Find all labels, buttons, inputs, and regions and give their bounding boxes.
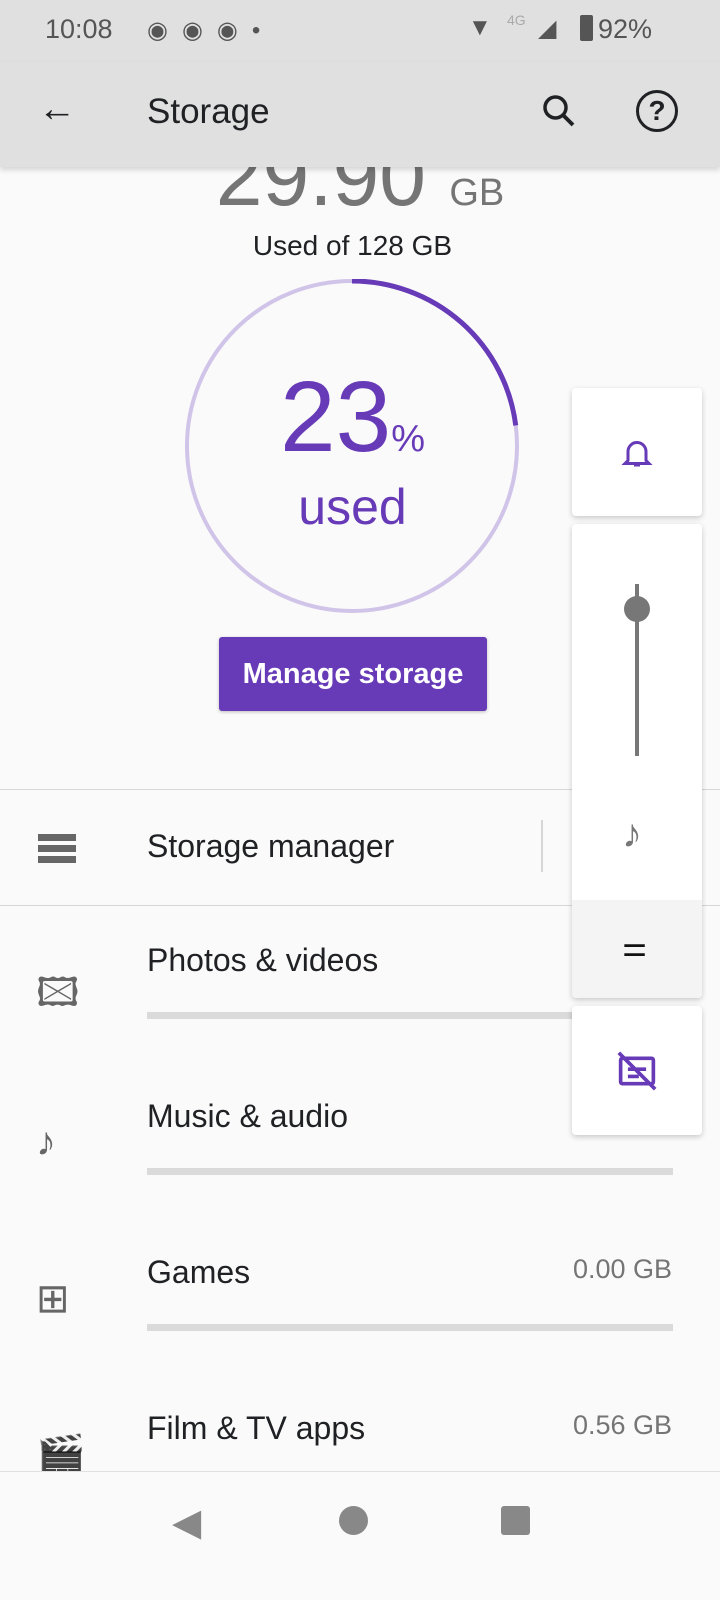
music-note-icon[interactable]: ♪ <box>622 812 642 857</box>
music-note-icon: ♪ <box>36 1120 56 1164</box>
help-icon[interactable]: ? <box>636 90 678 132</box>
category-size: 0.56 GB <box>572 1410 672 1440</box>
clock: 10:08 <box>45 14 113 44</box>
page-title: Storage <box>147 92 270 131</box>
category-usage-bar <box>147 1324 673 1331</box>
category-label: Film & TV apps <box>147 1410 366 1446</box>
ringer-mode-button[interactable] <box>572 388 702 516</box>
storage-manager-row[interactable]: Storage manager <box>0 790 540 905</box>
storage-icon <box>38 834 76 864</box>
category-usage-bar <box>147 1168 673 1175</box>
signal-icon: ◢ <box>538 15 557 42</box>
navigation-bar: ◀ <box>0 1471 720 1600</box>
gamepad-icon: ⊞ <box>36 1277 70 1321</box>
category-size: 0.00 GB <box>572 1254 672 1284</box>
app-bar: ← Storage ? <box>0 62 720 167</box>
battery-level: 92% <box>598 14 653 44</box>
manage-storage-button[interactable]: Manage storage <box>219 637 487 711</box>
captions-off-icon <box>617 1051 657 1091</box>
tune-icon: ⚌ <box>622 931 648 962</box>
category-label: Music & audio <box>147 1098 348 1134</box>
wifi-icon: ▼ <box>468 14 492 41</box>
volume-panel: ♪ ⚌ <box>572 524 702 998</box>
bell-icon <box>621 441 653 467</box>
back-button[interactable]: ← <box>38 88 76 131</box>
nav-home-button[interactable] <box>339 1506 368 1535</box>
volume-slider-thumb[interactable] <box>624 596 650 622</box>
search-icon[interactable] <box>538 90 580 132</box>
storage-manager-label: Storage manager <box>147 828 395 864</box>
nav-recents-button[interactable] <box>501 1506 530 1535</box>
used-of-total: Used of 128 GB <box>252 230 453 261</box>
category-label: Photos & videos <box>147 942 379 978</box>
photo-library-icon: 🖾 <box>36 971 80 1015</box>
category-row[interactable]: ⊞ Games 0.00 GB <box>0 1218 720 1374</box>
status-bar: 10:08 ◉◉◉• ▼ 4G ◢ 92% <box>0 0 720 62</box>
volume-settings-button[interactable]: ⚌ <box>572 900 702 998</box>
live-caption-button[interactable] <box>572 1006 702 1135</box>
chrome-notification-icons: ◉◉◉• <box>147 17 275 44</box>
nav-back-button[interactable]: ◀ <box>172 1500 201 1545</box>
network-type: 4G <box>507 12 526 28</box>
toggle-divider <box>541 820 543 872</box>
battery-icon <box>580 15 593 41</box>
category-label: Games <box>147 1254 251 1290</box>
